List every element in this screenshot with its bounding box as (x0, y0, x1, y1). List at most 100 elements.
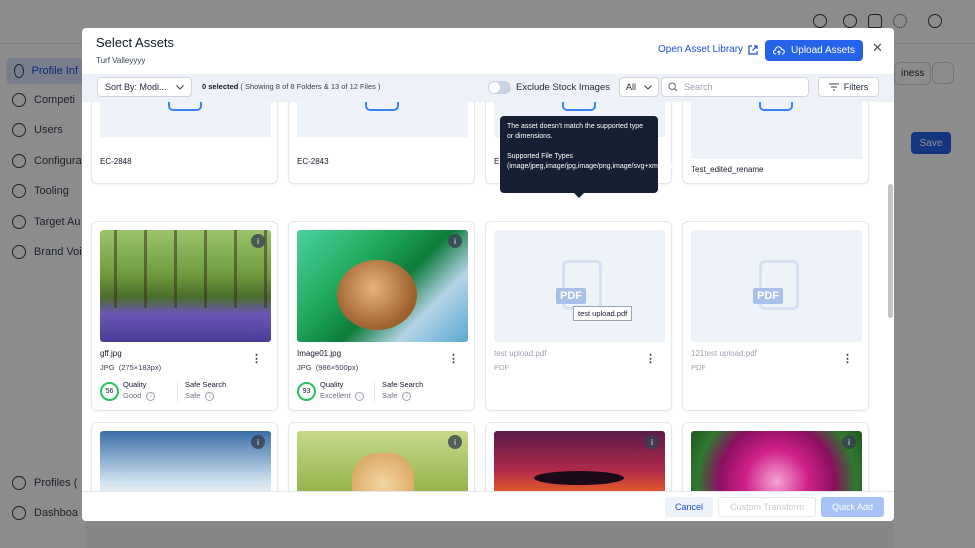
folder-card[interactable]: EC-2848 (91, 102, 278, 184)
unsupported-asset-tooltip: The asset doesn't match the supported ty… (500, 116, 696, 198)
folder-icon (168, 102, 202, 111)
asset-toolbar: Sort By: Modi... 0 selected ( Showing 8 … (82, 74, 894, 102)
more-options-icon[interactable]: ⋮ (842, 352, 853, 365)
asset-grid: EC-2848 EC-2843 E Test_edited_rename i g… (82, 102, 885, 491)
quick-add-button[interactable]: Quick Add (821, 497, 884, 517)
safe-search-value: Safe i (185, 391, 215, 401)
image-thumbnail (100, 230, 271, 342)
safe-search-label: Safe Search (382, 380, 424, 389)
info-icon[interactable]: i (251, 435, 265, 449)
selected-count: 0 selected (202, 82, 239, 91)
quality-score-ring: 56 (100, 382, 119, 401)
file-meta: JPG (275×183px) (100, 363, 162, 372)
info-icon[interactable]: i (842, 435, 856, 449)
search-icon (668, 82, 678, 92)
tooltip-message: The asset doesn't match the supported ty… (507, 123, 643, 140)
info-icon[interactable]: i (355, 392, 365, 401)
more-options-icon[interactable]: ⋮ (645, 352, 656, 365)
folder-thumbnail (691, 102, 862, 159)
modal-footer: Cancel Custom Transform Quick Add (82, 491, 894, 521)
file-name: Image01.jpg (297, 349, 342, 358)
chevron-down-icon (644, 84, 652, 90)
filters-button[interactable]: Filters (818, 77, 879, 97)
folder-icon (759, 102, 793, 111)
exclude-stock-toggle[interactable] (488, 81, 511, 94)
modal-header: Select Assets Turf Valleyyyy Open Asset … (82, 28, 894, 74)
file-card[interactable]: i (91, 422, 278, 491)
image-thumbnail (691, 431, 862, 491)
chevron-down-icon (176, 84, 184, 90)
image-thumbnail (297, 431, 468, 491)
file-card[interactable]: i (485, 422, 672, 491)
folder-thumbnail (297, 102, 468, 137)
info-icon[interactable]: i (402, 392, 412, 401)
file-card[interactable]: i (288, 422, 475, 491)
file-name: gff.jpg (100, 349, 122, 358)
info-icon[interactable]: i (448, 435, 462, 449)
search-input[interactable]: Search (661, 77, 809, 97)
file-meta: JPG (986×500px) (297, 363, 359, 372)
folder-name: E (494, 157, 500, 166)
image-thumbnail (494, 431, 665, 491)
hover-filename-tooltip: test upload.pdf (573, 306, 633, 321)
folder-thumbnail (100, 102, 271, 137)
info-icon[interactable]: i (146, 392, 156, 401)
exclude-stock-label: Exclude Stock Images (516, 82, 610, 93)
pdf-badge: PDF (753, 288, 783, 304)
filter-lines-icon (828, 83, 839, 91)
select-assets-modal: Select Assets Turf Valleyyyy Open Asset … (82, 28, 894, 521)
quality-value: Good i (123, 391, 156, 401)
file-name: test upload.pdf (494, 349, 547, 358)
quality-label: Quality (123, 380, 147, 389)
scrollbar-thumb[interactable] (888, 184, 893, 318)
pdf-thumbnail: PDF (691, 230, 862, 342)
divider (177, 381, 178, 403)
safe-search-value: Safe i (382, 391, 412, 401)
info-icon[interactable]: i (251, 234, 265, 248)
file-card[interactable]: i gff.jpg JPG (275×183px) ⋮ 56 Quality G… (91, 221, 278, 411)
image-thumbnail (100, 431, 271, 491)
quality-score-ring: 93 (297, 382, 316, 401)
showing-count: ( Showing 8 of 8 Folders & 13 of 12 File… (240, 82, 381, 91)
more-options-icon[interactable]: ⋮ (448, 352, 459, 365)
upload-assets-button[interactable]: Upload Assets (765, 40, 863, 61)
folder-card[interactable]: Test_edited_rename (682, 102, 869, 184)
pdf-badge: PDF (556, 288, 586, 304)
info-icon[interactable]: i (448, 234, 462, 248)
divider (374, 381, 375, 403)
folder-name: Test_edited_rename (691, 165, 764, 174)
folder-card[interactable]: EC-2843 (288, 102, 475, 184)
modal-title: Select Assets (96, 35, 175, 50)
selection-info: 0 selected ( Showing 8 of 8 Folders & 13… (202, 82, 380, 91)
folder-name: EC-2848 (100, 157, 132, 166)
image-thumbnail (297, 230, 468, 342)
modal-subtitle: Turf Valleyyyy (96, 56, 146, 65)
sort-dropdown[interactable]: Sort By: Modi... (97, 77, 192, 97)
file-card[interactable]: i (682, 422, 869, 491)
safe-search-label: Safe Search (185, 380, 227, 389)
file-type: PDF (494, 363, 509, 372)
tooltip-supported-types: Supported File Types (image/jpeg,image/j… (507, 153, 696, 170)
info-icon[interactable]: i (645, 435, 659, 449)
pdf-thumbnail: PDF test upload.pdf (494, 230, 665, 342)
type-filter-select[interactable]: All (619, 77, 659, 97)
cancel-button[interactable]: Cancel (665, 497, 713, 517)
file-type: PDF (691, 363, 706, 372)
quality-value: Excellent i (320, 391, 365, 401)
folder-name: EC-2843 (297, 157, 329, 166)
folder-icon (562, 102, 596, 111)
scrollbar[interactable] (888, 106, 893, 487)
external-link-icon (748, 44, 758, 55)
close-icon[interactable]: ✕ (872, 40, 883, 56)
file-card[interactable]: i Image01.jpg JPG (986×500px) ⋮ 93 Quali… (288, 221, 475, 411)
cloud-upload-icon (773, 45, 785, 55)
info-icon[interactable]: i (205, 392, 215, 401)
file-name: 121test upload.pdf (691, 349, 757, 358)
file-card[interactable]: PDF test upload.pdf test upload.pdf PDF … (485, 221, 672, 411)
file-card[interactable]: PDF 121test upload.pdf PDF ⋮ (682, 221, 869, 411)
open-asset-library-link[interactable]: Open Asset Library (658, 44, 758, 55)
custom-transform-button[interactable]: Custom Transform (718, 497, 816, 517)
more-options-icon[interactable]: ⋮ (251, 352, 262, 365)
quality-label: Quality (320, 380, 344, 389)
folder-icon (365, 102, 399, 111)
